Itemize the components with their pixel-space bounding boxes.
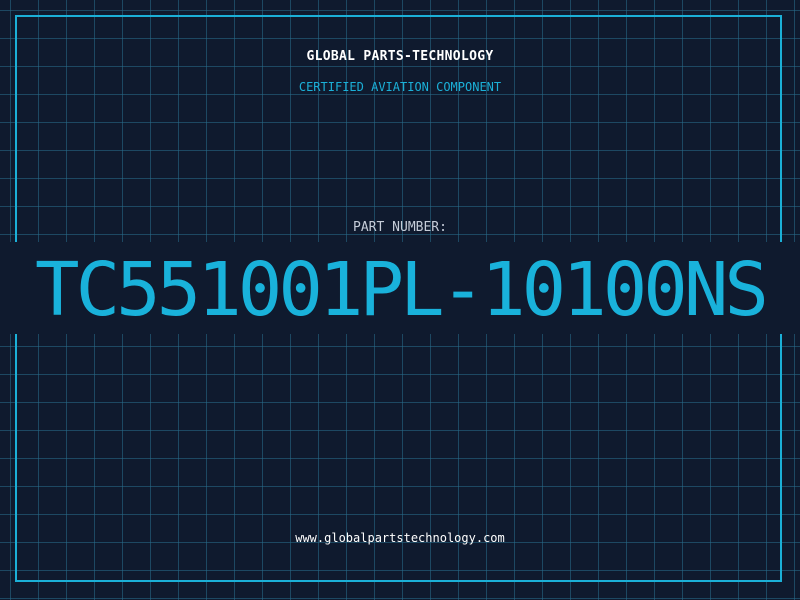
- website-url: www.globalpartstechnology.com: [295, 531, 505, 545]
- part-number-label: PART NUMBER:: [353, 220, 447, 235]
- part-number-value: TC551001PL-10100NS: [35, 250, 769, 330]
- certification-tagline: CERTIFIED AVIATION COMPONENT: [298, 80, 502, 94]
- part-label-card: GLOBAL PARTS-TECHNOLOGY CERTIFIED AVIATI…: [0, 0, 800, 600]
- company-name: GLOBAL PARTS-TECHNOLOGY: [306, 49, 494, 64]
